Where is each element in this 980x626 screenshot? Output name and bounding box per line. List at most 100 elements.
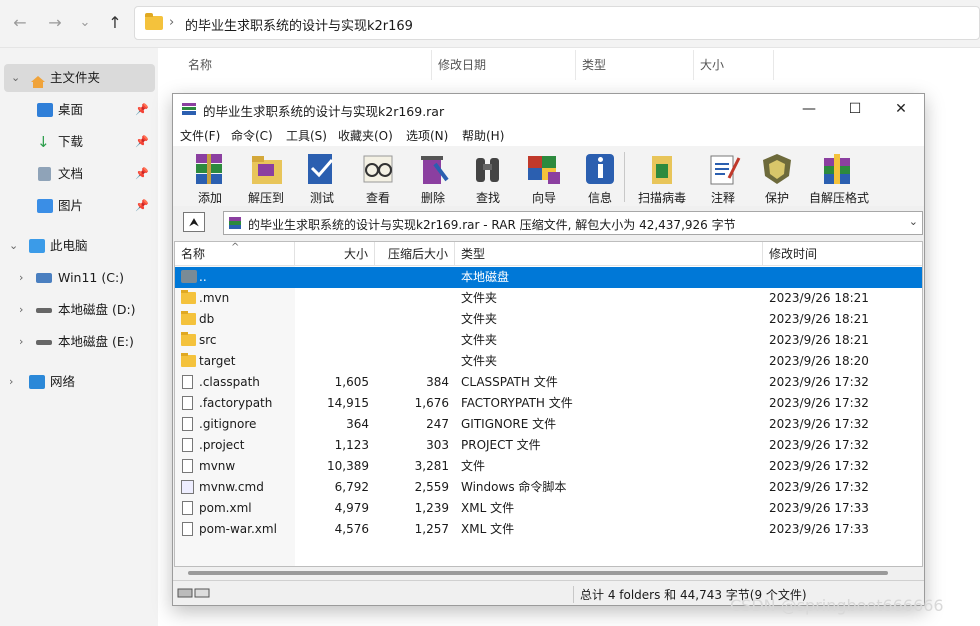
column-header-type[interactable]: 类型 [576, 50, 694, 80]
sidebar-item-network[interactable]: › 网络 [0, 368, 155, 396]
extract-to-button[interactable]: 解压到 [235, 150, 287, 206]
sidebar-item-downloads[interactable]: ↓ 下载 📌 [0, 128, 155, 156]
delete-button[interactable]: 删除 [402, 150, 454, 206]
toolbar-label: 保护 [764, 191, 789, 205]
table-row[interactable]: mvnw.cmd 6,792 2,559 Windows 命令脚本 2023/9/26 … [175, 477, 922, 498]
sidebar-item-label: 此电脑 [50, 238, 88, 253]
table-row[interactable]: .classpath 1,605 384 CLASSPATH 文件 2023/9/26 … [175, 372, 922, 393]
close-button[interactable]: ✕ [878, 94, 924, 124]
table-row[interactable]: target 文件夹 2023/9/26 18:20 [175, 351, 922, 372]
title-bar[interactable]: 的毕业生求职系统的设计与实现k2r169.rar — ☐ ✕ [173, 94, 924, 124]
recent-locations-button[interactable]: ⌄ [74, 12, 96, 34]
forward-button[interactable]: → [44, 12, 66, 34]
chevron-down-icon[interactable]: ⌄ [9, 232, 18, 260]
toolbar-separator [624, 152, 625, 202]
column-header-date[interactable]: 修改日期 [432, 50, 576, 80]
chevron-right-icon[interactable]: › [19, 296, 23, 324]
chevron-right-icon[interactable]: › [19, 264, 23, 292]
menu-favorites[interactable]: 收藏夹(O) [338, 127, 393, 144]
find-button[interactable]: 查找 [457, 150, 509, 206]
table-row[interactable]: .. 本地磁盘 [175, 267, 922, 288]
cell-name: target [199, 354, 236, 368]
table-row[interactable]: pom-war.xml 4,576 1,257 XML 文件 2023/9/26 17:… [175, 519, 922, 540]
wizard-button[interactable]: 向导 [513, 150, 565, 206]
table-row[interactable]: pom.xml 4,979 1,239 XML 文件 2023/9/26 17:33 [175, 498, 922, 519]
table-row[interactable]: .mvn 文件夹 2023/9/26 18:21 [175, 288, 922, 309]
header-type[interactable]: 类型 [455, 242, 763, 266]
up-one-level-button[interactable]: ⮝ [183, 212, 205, 232]
back-button[interactable]: ← [9, 12, 31, 34]
cell-type: 文件夹 [461, 291, 498, 305]
menu-commands[interactable]: 命令(C) [231, 127, 273, 144]
address-bar[interactable]: › 的毕业生求职系统的设计与实现k2r169 [134, 6, 980, 40]
menu-options[interactable]: 选项(N) [406, 127, 448, 144]
header-name[interactable]: 名称 ^ [175, 242, 295, 266]
chevron-down-icon[interactable]: ⌄ [909, 215, 918, 228]
chevron-down-icon[interactable]: ⌄ [11, 64, 20, 92]
chevron-right-icon[interactable]: › [19, 328, 23, 356]
column-header-size[interactable]: 大小 [694, 50, 774, 80]
menu-file[interactable]: 文件(F) [180, 127, 220, 144]
toolbar: 添加 解压到 测试 查看 删除 查找 向导 信息 扫描病毒 注释 保护 自解压格… [173, 146, 924, 206]
cell-size: 14,915 [327, 396, 369, 410]
table-row[interactable]: .factorypath 14,915 1,676 FACTORYPATH 文件 202… [175, 393, 922, 414]
header-size[interactable]: 大小 [295, 242, 375, 266]
view-glasses-icon [358, 150, 398, 188]
test-button[interactable]: 测试 [291, 150, 343, 206]
sidebar-item-desktop[interactable]: 桌面 📌 [0, 96, 155, 124]
scrollbar-thumb[interactable] [188, 571, 888, 575]
cell-size: 4,576 [334, 522, 369, 536]
view-button[interactable]: 查看 [347, 150, 399, 206]
header-packed-size[interactable]: 压缩后大小 [375, 242, 455, 266]
header-modified[interactable]: 修改时间 [763, 242, 922, 266]
cell-name: .factorypath [199, 396, 273, 410]
toolbar-label: 查找 [475, 191, 500, 205]
toolbar-label: 向导 [531, 191, 556, 205]
table-row[interactable]: mvnw 10,389 3,281 文件 2023/9/26 17:32 [175, 456, 922, 477]
cell-packed-size: 3,281 [414, 459, 449, 473]
horizontal-scrollbar[interactable] [174, 568, 923, 578]
menu-help[interactable]: 帮助(H) [462, 127, 504, 144]
address-path: 的毕业生求职系统的设计与实现k2r169 [185, 19, 413, 34]
sidebar-item-drive-e[interactable]: › 本地磁盘 (E:) [0, 328, 155, 356]
table-row[interactable]: .project 1,123 303 PROJECT 文件 2023/9/26 17:3… [175, 435, 922, 456]
table-row[interactable]: db 文件夹 2023/9/26 18:21 [175, 309, 922, 330]
add-archive-icon [190, 150, 230, 188]
cell-type: GITIGNORE 文件 [461, 417, 557, 431]
sidebar-item-this-pc[interactable]: ⌄ 此电脑 [0, 232, 155, 260]
cell-packed-size: 247 [426, 417, 449, 431]
file-icon [182, 438, 193, 452]
up-button[interactable]: ↑ [104, 12, 126, 34]
column-header-name[interactable]: 名称 [182, 50, 432, 80]
sidebar-item-home[interactable]: ⌄ 主文件夹 [4, 64, 155, 92]
cell-type: 本地磁盘 [461, 270, 510, 284]
comment-button[interactable]: 注释 [692, 150, 744, 206]
archive-path-dropdown[interactable]: 的毕业生求职系统的设计与实现k2r169.rar - RAR 压缩文件, 解包大… [223, 211, 923, 235]
sidebar-item-documents[interactable]: 文档 📌 [0, 160, 155, 188]
sidebar-item-drive-c[interactable]: › Win11 (C:) [0, 264, 155, 292]
table-row[interactable]: src 文件夹 2023/9/26 18:21 [175, 330, 922, 351]
maximize-button[interactable]: ☐ [832, 94, 878, 124]
sidebar-item-label: 下载 [58, 134, 84, 149]
cell-modified: 2023/9/26 17:32 [769, 480, 869, 494]
cell-size: 364 [346, 417, 369, 431]
cell-packed-size: 1,257 [414, 522, 449, 536]
winrar-window: 的毕业生求职系统的设计与实现k2r169.rar — ☐ ✕ 文件(F) 命令(… [172, 93, 925, 606]
folder-icon [145, 13, 163, 30]
protect-button[interactable]: 保护 [746, 150, 798, 206]
table-row[interactable]: .gitignore 364 247 GITIGNORE 文件 2023/9/26 17… [175, 414, 922, 435]
cell-name: .mvn [199, 291, 230, 305]
sfx-button[interactable]: 自解压格式 [807, 150, 869, 206]
cell-type: 文件夹 [461, 333, 498, 347]
menu-tools[interactable]: 工具(S) [286, 127, 327, 144]
sidebar-item-label: 主文件夹 [50, 70, 101, 85]
add-button[interactable]: 添加 [179, 150, 231, 206]
info-button[interactable]: 信息 [569, 150, 621, 206]
sidebar-item-drive-d[interactable]: › 本地磁盘 (D:) [0, 296, 155, 324]
cell-type: FACTORYPATH 文件 [461, 396, 573, 410]
chevron-right-icon[interactable]: › [9, 368, 13, 396]
info-icon [580, 150, 620, 188]
scan-virus-button[interactable]: 扫描病毒 [631, 150, 686, 206]
sidebar-item-pictures[interactable]: 图片 📌 [0, 192, 155, 220]
minimize-button[interactable]: — [786, 94, 832, 124]
